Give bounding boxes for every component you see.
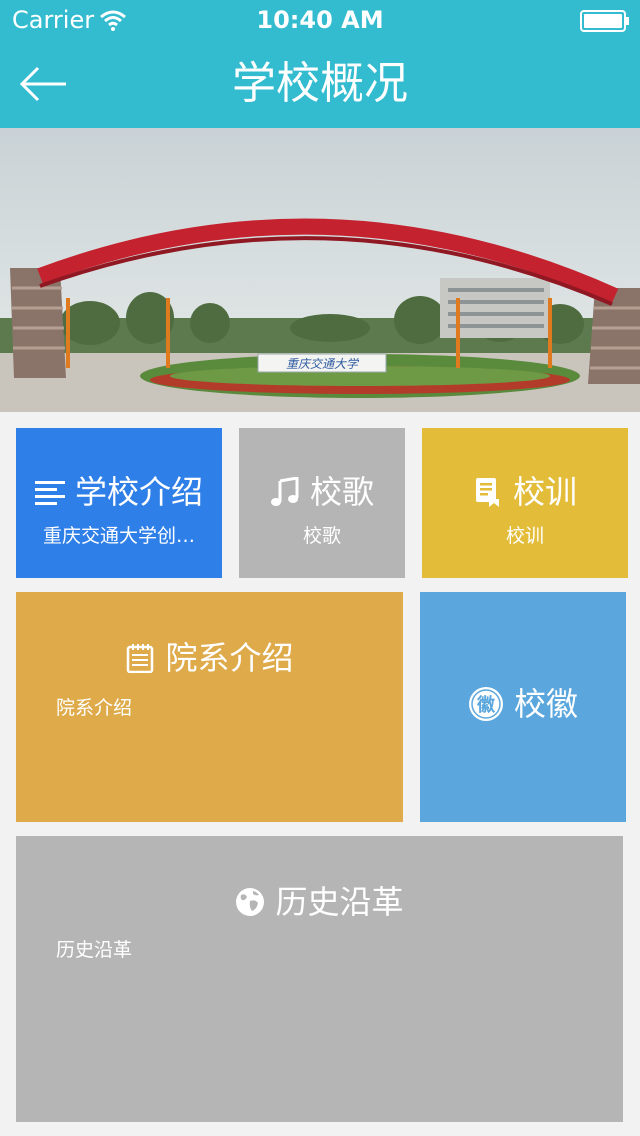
battery-icon [580,10,629,32]
school-emblem-tile[interactable]: 徽 校徽 [420,592,626,822]
nav-bar: 学校概况 [0,40,640,128]
school-intro-title-row: 学校介绍 [16,472,222,512]
departments-title: 院系介绍 [165,639,294,677]
school-intro-title: 学校介绍 [74,473,203,511]
school-motto-tile[interactable]: 校训 校训 [422,428,628,578]
notepad-icon [127,644,154,673]
school-motto-subtitle: 校训 [505,525,544,547]
emblem-icon-text: 徽 [476,694,496,716]
gate-sign-text: 重庆交通大学 [286,357,360,371]
history-subtitle: 历史沿革 [56,939,133,961]
document-icon [475,478,499,507]
school-song-subtitle: 校歌 [302,525,341,547]
emblem-icon: 徽 [468,687,503,721]
school-motto-title-row: 校训 [422,472,628,512]
history-title-row: 历史沿革 [16,882,623,922]
globe-icon [236,888,265,916]
school-motto-title: 校训 [512,473,577,511]
school-emblem-title-row: 徽 校徽 [420,684,626,724]
history-title: 历史沿革 [275,883,404,921]
status-bar: Carrier 10:40 AM [0,0,640,40]
school-song-tile[interactable]: 校歌 校歌 [239,428,405,578]
status-time: 10:40 AM [256,6,384,34]
school-song-title-row: 校歌 [239,472,405,512]
campus-gate-photo: 重庆交通大学 [0,128,640,412]
school-song-title: 校歌 [309,473,374,511]
history-tile[interactable]: 历史沿革 历史沿革 [16,836,623,1122]
school-intro-subtitle: 重庆交通大学创… [42,525,195,547]
departments-tile[interactable]: 院系介绍 院系介绍 [16,592,403,822]
school-overview-screen: Carrier 10:40 AM 学校概况 重庆交通大学 学校介绍 重庆交通大学… [0,0,640,1136]
campus-gate-illustration: 重庆交通大学 [0,128,640,412]
school-emblem-title: 校徽 [513,685,578,723]
departments-title-row: 院系介绍 [16,638,403,678]
page-title: 学校概况 [232,58,408,109]
top-bar: Carrier 10:40 AM 学校概况 [0,0,640,128]
lines-icon [34,481,65,505]
school-intro-tile[interactable]: 学校介绍 重庆交通大学创… [16,428,222,578]
music-note-icon [270,477,299,506]
departments-subtitle: 院系介绍 [56,697,133,719]
